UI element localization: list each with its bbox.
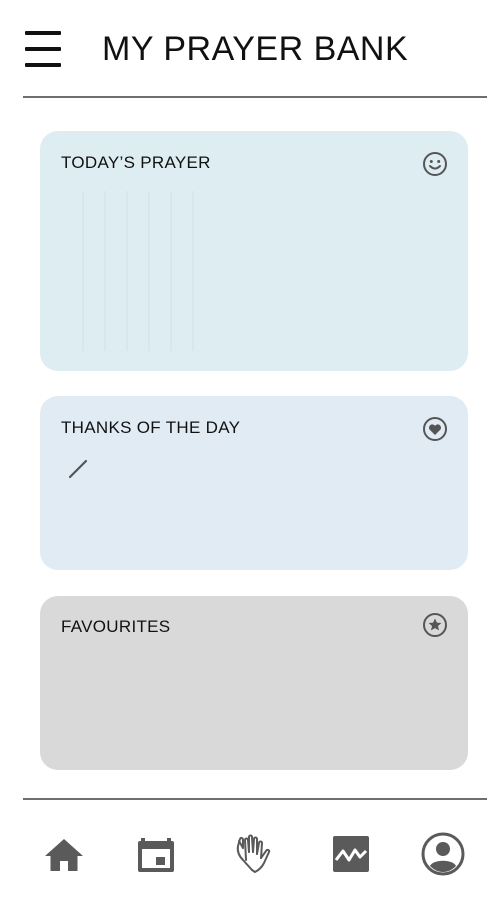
header-divider xyxy=(23,96,487,98)
favourites-title: FAVOURITES xyxy=(61,617,171,636)
app-title: MY PRAYER BANK xyxy=(102,30,409,68)
home-icon[interactable] xyxy=(40,830,88,878)
thanks-of-the-day-title: THANKS OF THE DAY xyxy=(61,418,241,437)
todays-prayer-title: TODAY’S PRAYER xyxy=(61,153,211,172)
hamburger-menu-icon[interactable] xyxy=(25,31,61,69)
chart-icon[interactable] xyxy=(327,830,375,878)
bottom-navigation xyxy=(0,800,504,900)
profile-icon[interactable] xyxy=(419,830,467,878)
pencil-icon[interactable] xyxy=(67,458,89,480)
calendar-icon[interactable] xyxy=(132,830,180,878)
thanks-of-the-day-card[interactable]: THANKS OF THE DAY xyxy=(40,396,468,570)
app-header: MY PRAYER BANK xyxy=(0,0,504,98)
praying-hands-icon[interactable] xyxy=(230,830,278,878)
smiley-icon[interactable] xyxy=(422,151,448,177)
prayer-text-area[interactable] xyxy=(62,191,202,351)
heart-circle-icon[interactable] xyxy=(422,416,448,442)
todays-prayer-card[interactable]: TODAY’S PRAYER xyxy=(40,131,468,371)
favourites-card[interactable]: FAVOURITES xyxy=(40,596,468,770)
star-circle-icon[interactable] xyxy=(422,612,448,638)
